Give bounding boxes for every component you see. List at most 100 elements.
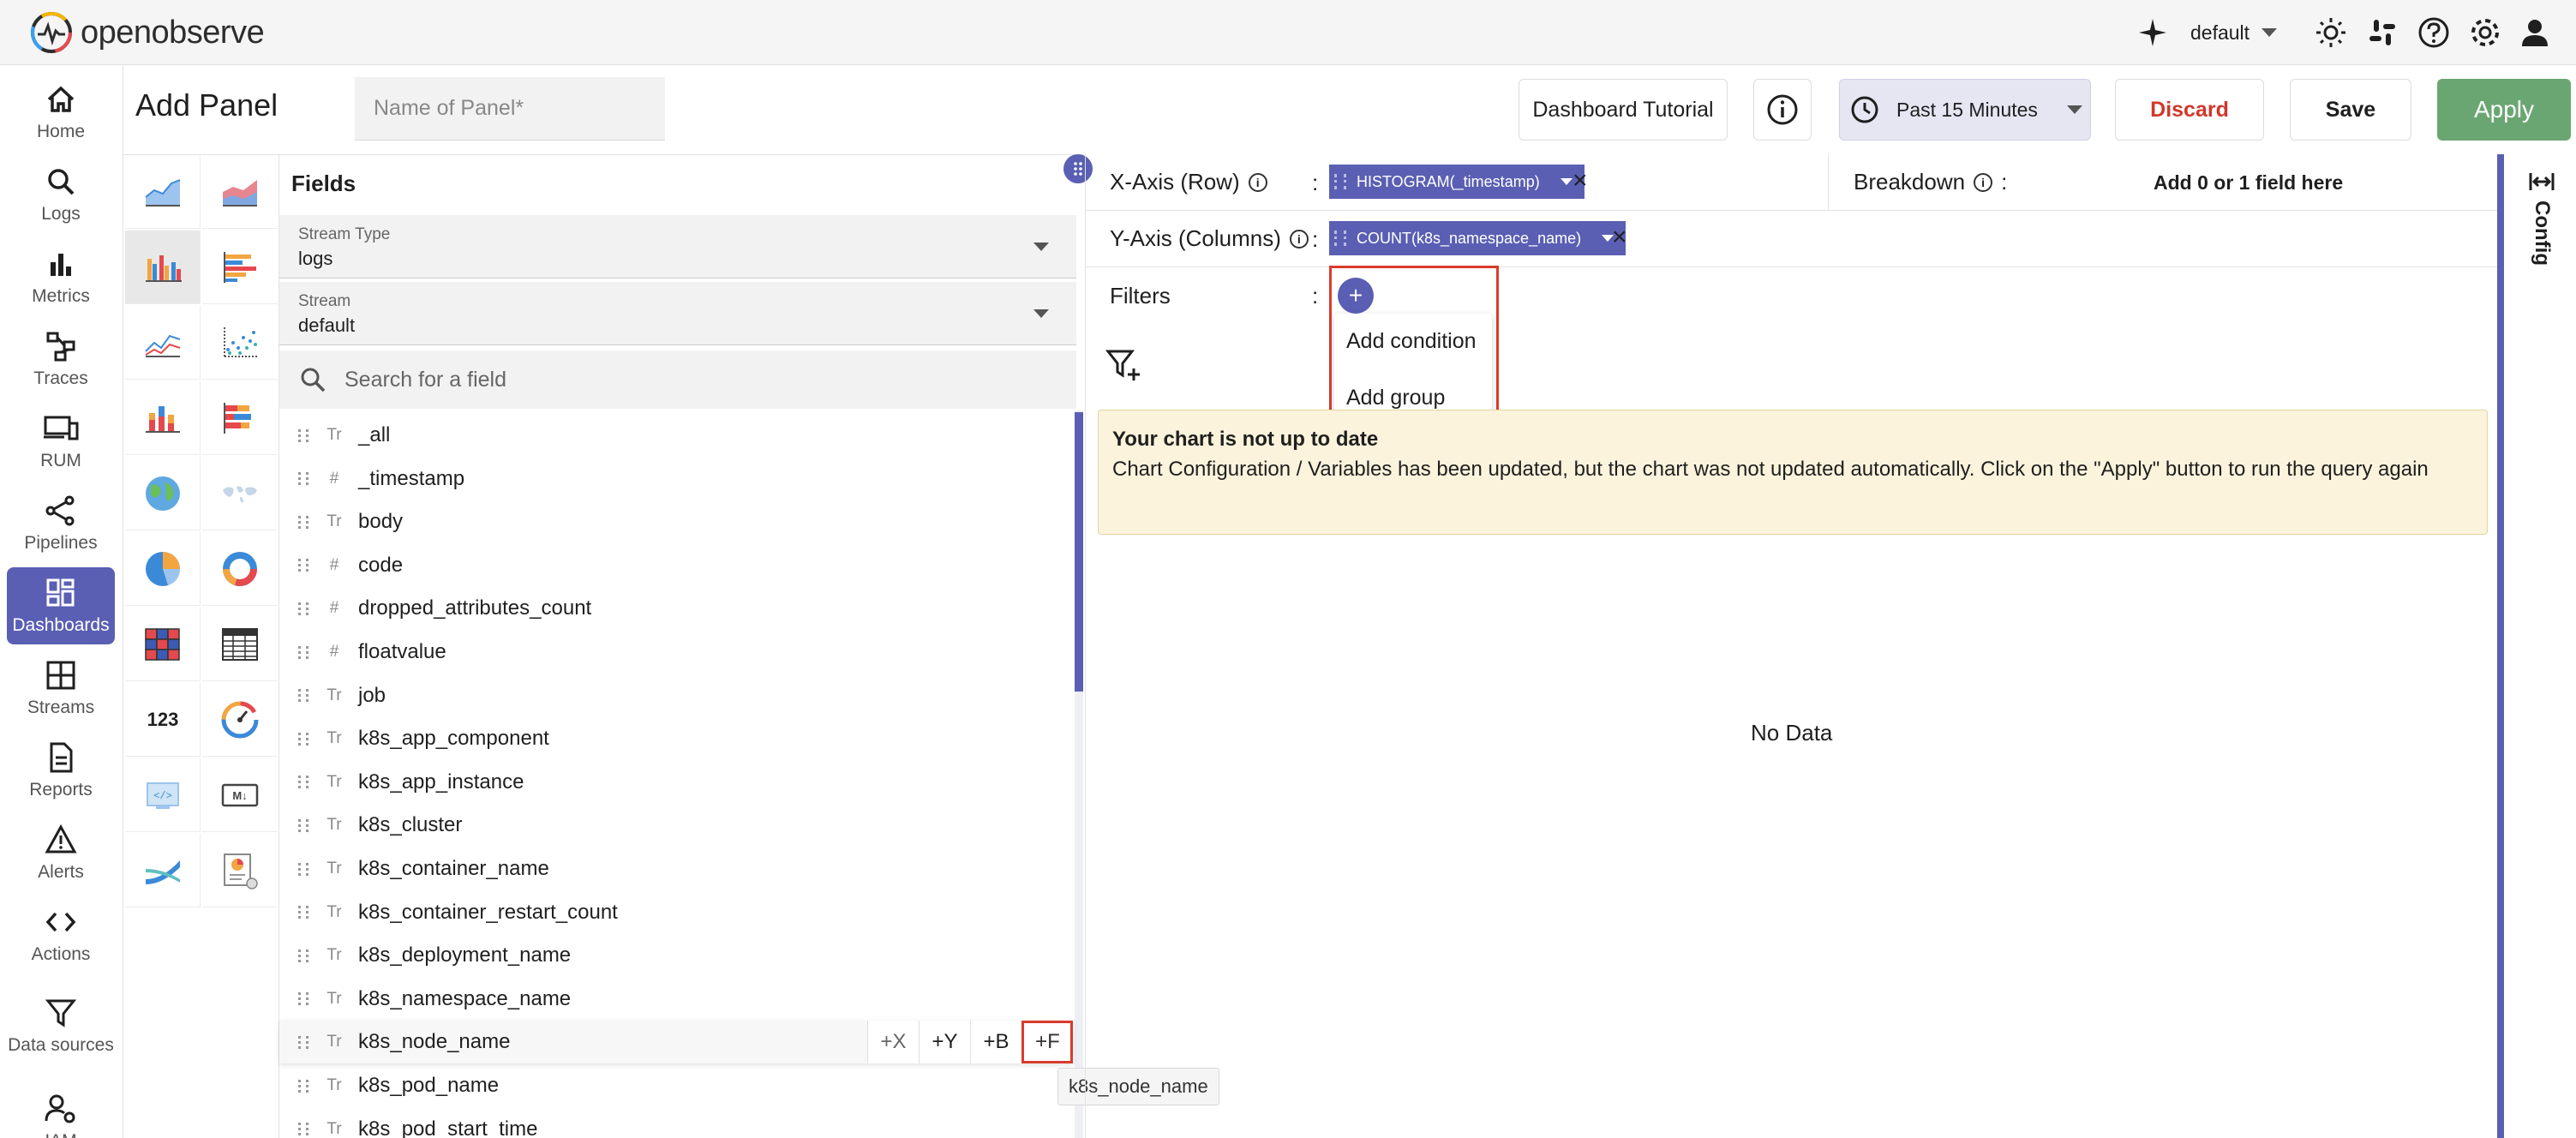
field-row[interactable]: Tr _all [279, 414, 1073, 457]
drag-handle-icon[interactable] [298, 428, 309, 442]
org-selector[interactable]: default [2190, 15, 2278, 50]
field-search-input[interactable] [344, 367, 1047, 392]
discard-button[interactable]: Discard [2115, 79, 2264, 141]
nav-item-streams[interactable]: Streams [7, 650, 115, 727]
drag-handle-icon[interactable] [298, 992, 309, 1006]
config-toggle[interactable]: Config [2525, 170, 2559, 266]
nav-item-data-sources[interactable]: Data sources [7, 979, 115, 1073]
nav-item-rum[interactable]: RUM [7, 403, 115, 480]
field-row[interactable]: # dropped_attributes_count [279, 587, 1073, 630]
chart-type-area[interactable] [125, 155, 201, 229]
chart-type-markdown[interactable]: M↓ [202, 758, 278, 832]
drag-handle-icon[interactable] [1334, 174, 1346, 189]
settings-gear-icon[interactable] [2468, 15, 2502, 50]
user-avatar-icon[interactable] [2518, 15, 2552, 50]
nav-item-home[interactable]: Home [7, 74, 115, 151]
save-button[interactable]: Save [2290, 79, 2411, 141]
chart-type-area-stacked[interactable] [202, 155, 278, 229]
chart-type-stacked-bar[interactable] [125, 381, 201, 455]
breakdown-drop-zone[interactable]: Add 0 or 1 field here [2154, 171, 2343, 195]
drag-handle-icon[interactable] [298, 1123, 309, 1136]
drag-handle-icon[interactable] [298, 818, 309, 832]
chart-type-line[interactable] [125, 306, 201, 380]
drag-handle-icon[interactable] [298, 776, 309, 789]
chart-type-metric[interactable]: 123 [125, 683, 201, 757]
nav-item-logs[interactable]: Logs [7, 156, 115, 233]
field-row[interactable]: Tr k8s_cluster [279, 804, 1073, 847]
ai-sparkle-icon[interactable] [2136, 15, 2170, 50]
time-range-picker[interactable]: Past 15 Minutes [1839, 79, 2091, 141]
drag-handle-icon[interactable] [1334, 231, 1346, 246]
info-button[interactable] [1753, 79, 1812, 141]
add-to-x-axis-button[interactable]: +X [867, 1021, 919, 1064]
drag-handle-icon[interactable] [298, 1079, 309, 1093]
nav-item-actions[interactable]: Actions [7, 896, 115, 973]
add-to-y-axis-button[interactable]: +Y [919, 1021, 970, 1064]
add-to-breakdown-button[interactable]: +B [970, 1021, 1021, 1064]
nav-item-reports[interactable]: Reports [7, 732, 115, 809]
chart-type-custom[interactable] [202, 834, 278, 907]
chart-type-geomap[interactable] [125, 457, 201, 530]
field-row[interactable]: Tr k8s_container_name [279, 848, 1073, 890]
field-row[interactable]: Tr k8s_app_component [279, 717, 1073, 760]
drag-handle-icon[interactable] [298, 949, 309, 962]
filter-add-icon[interactable] [1105, 346, 1142, 384]
drag-handle-icon[interactable] [298, 689, 309, 703]
info-icon[interactable]: i [1974, 172, 1993, 192]
drag-handle-icon[interactable] [298, 559, 309, 572]
add-filter-button[interactable]: + [1338, 278, 1374, 314]
remove-y-axis-field-close-icon[interactable]: × [1612, 223, 1627, 252]
apply-button[interactable]: Apply [2437, 79, 2571, 141]
field-row[interactable]: Tr job [279, 674, 1073, 717]
field-row[interactable]: # floatvalue [279, 631, 1073, 674]
field-row[interactable]: # code [279, 544, 1073, 587]
nav-item-pipelines[interactable]: Pipelines [7, 485, 115, 562]
field-row[interactable]: Tr k8s_app_instance [279, 761, 1073, 804]
chart-type-world-map[interactable] [202, 457, 278, 530]
field-row[interactable]: Tr k8s_namespace_name [279, 978, 1073, 1021]
field-row[interactable]: # _timestamp [279, 458, 1073, 500]
field-row[interactable]: Tr k8s_container_restart_count [279, 891, 1073, 934]
chart-type-pie[interactable] [125, 532, 201, 606]
drag-handle-icon[interactable] [298, 645, 309, 659]
info-icon[interactable]: i [1289, 229, 1309, 249]
chart-type-table[interactable] [202, 608, 278, 681]
drag-handle-icon[interactable] [298, 732, 309, 746]
panel-name-input[interactable] [355, 77, 665, 141]
add-to-filter-button[interactable]: +F [1021, 1021, 1073, 1064]
chart-type-horizontal-bar[interactable] [202, 231, 278, 304]
chart-type-scatter[interactable] [202, 306, 278, 380]
chart-type-heatmap[interactable] [125, 608, 201, 681]
dashboard-tutorial-button[interactable]: Dashboard Tutorial [1519, 79, 1728, 141]
nav-item-alerts[interactable]: Alerts [7, 814, 115, 891]
field-list-scrollbar-thumb[interactable] [1075, 412, 1083, 692]
nav-item-dashboards[interactable]: Dashboards [7, 567, 115, 644]
chart-type-gauge[interactable] [202, 683, 278, 757]
theme-toggle-sun-icon[interactable] [2314, 15, 2348, 50]
stream-select[interactable]: Stream default [279, 282, 1076, 345]
drag-handle-icon[interactable] [298, 1035, 309, 1049]
drag-handle-icon[interactable] [298, 472, 309, 486]
field-row[interactable]: Tr k8s_pod_start_time [279, 1108, 1073, 1138]
nav-item-metrics[interactable]: Metrics [7, 238, 115, 315]
nav-item-iam[interactable]: IAM [7, 1085, 115, 1138]
drag-handle-icon[interactable] [298, 862, 309, 876]
drag-handle-icon[interactable] [298, 602, 309, 615]
y-axis-field-chip[interactable]: COUNT(k8s_namespace_name) [1329, 221, 1626, 255]
field-row[interactable]: Tr k8s_deployment_name [279, 934, 1073, 977]
chart-type-html[interactable]: </> [125, 758, 201, 832]
chart-type-sankey[interactable] [125, 834, 201, 907]
drag-handle-icon[interactable] [298, 906, 309, 919]
slack-icon[interactable] [2365, 15, 2399, 50]
chart-type-donut[interactable] [202, 532, 278, 606]
chart-type-horizontal-stacked-bar[interactable] [202, 381, 278, 455]
help-icon[interactable] [2417, 15, 2451, 50]
app-logo[interactable]: openobserve [29, 9, 265, 57]
chevron-down-icon[interactable] [1560, 178, 1573, 185]
stream-type-select[interactable]: Stream Type logs [279, 215, 1076, 279]
drag-handle-icon[interactable] [298, 515, 309, 529]
add-condition-menu-item[interactable]: Add condition [1334, 314, 1492, 368]
chart-type-bar[interactable] [125, 231, 201, 304]
field-row[interactable]: Tr body [279, 500, 1073, 543]
x-axis-field-chip[interactable]: HISTOGRAM(_timestamp) [1329, 165, 1585, 199]
